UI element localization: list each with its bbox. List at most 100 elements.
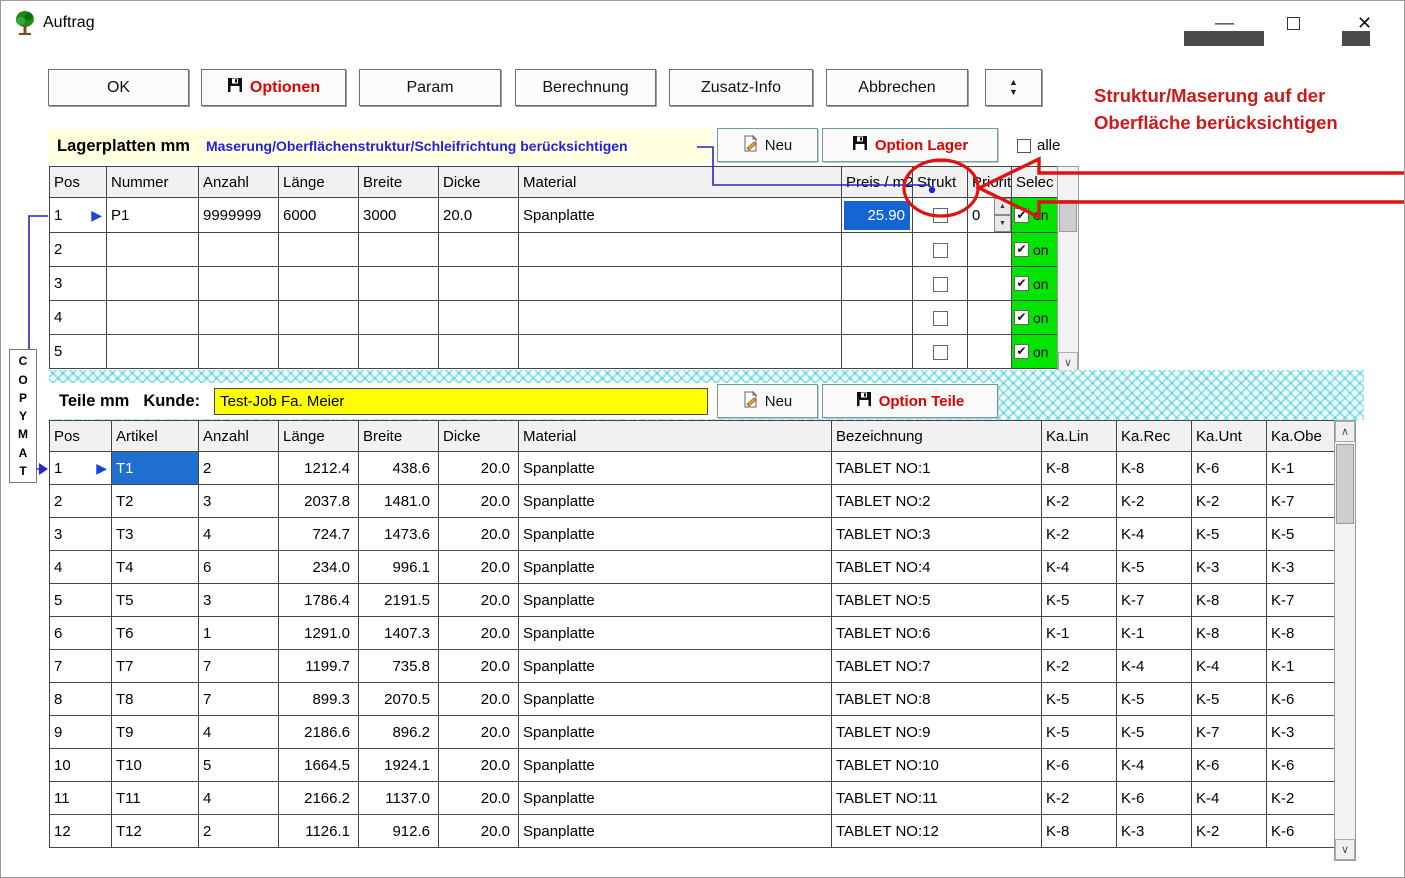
teile-scrollbar-thumb[interactable] [1336, 444, 1354, 524]
column-header-pos[interactable]: Pos [50, 167, 107, 198]
lager-scrollbar-thumb[interactable] [1059, 200, 1077, 232]
alle-checkbox-row[interactable]: alle [1017, 137, 1060, 154]
param-button[interactable]: Param [359, 69, 501, 106]
column-header-material[interactable]: Material [519, 167, 842, 198]
lager-cell-strukt[interactable] [913, 301, 968, 335]
teile-row[interactable]: 4T46234.0996.120.0SpanplatteTABLET NO:4K… [50, 551, 1335, 584]
teile-cell-artikel[interactable]: T12 [112, 815, 199, 848]
strukt-checkbox[interactable] [933, 208, 948, 223]
column-header-breite[interactable]: Breite [359, 421, 439, 452]
teile-cell-artikel[interactable]: T11 [112, 782, 199, 815]
teile-row[interactable]: 2T232037.81481.020.0SpanplatteTABLET NO:… [50, 485, 1335, 518]
teile-row[interactable]: 10T1051664.51924.120.0SpanplatteTABLET N… [50, 749, 1335, 782]
teile-neu-button[interactable]: Neu [717, 384, 818, 418]
lager-cell-selec[interactable]: ✔on [1012, 301, 1058, 335]
teile-scroll-down-button[interactable]: ∨ [1335, 839, 1355, 860]
strukt-checkbox[interactable] [933, 243, 948, 258]
teile-cell-artikel[interactable]: T1 [112, 452, 199, 485]
lager-cell-selec[interactable]: ✔on [1012, 233, 1058, 267]
lager-cell-priorit[interactable] [968, 233, 1012, 267]
teile-cell-artikel[interactable]: T8 [112, 683, 199, 716]
selec-checkbox[interactable]: ✔ [1014, 242, 1029, 257]
teile-row[interactable]: 6T611291.01407.320.0SpanplatteTABLET NO:… [50, 617, 1335, 650]
lager-cell-selec[interactable]: ✔on [1012, 267, 1058, 301]
column-header-dicke[interactable]: Dicke [439, 167, 519, 198]
teile-scroll-up-button[interactable]: ∧ [1335, 421, 1355, 442]
teile-row[interactable]: 11T1142166.21137.020.0SpanplatteTABLET N… [50, 782, 1335, 815]
lager-cell-preis[interactable] [842, 267, 913, 301]
teile-cell-artikel[interactable]: T9 [112, 716, 199, 749]
lager-cell-strukt[interactable] [913, 335, 968, 369]
lager-row[interactable]: 4✔on [50, 301, 1058, 335]
teile-cell-artikel[interactable]: T10 [112, 749, 199, 782]
selec-checkbox[interactable]: ✔ [1014, 208, 1029, 223]
selec-checkbox[interactable]: ✔ [1014, 310, 1029, 325]
order-spinner-button[interactable]: ▲ ▼ [985, 69, 1042, 106]
teile-cell-artikel[interactable]: T2 [112, 485, 199, 518]
lager-cell-priorit[interactable] [968, 267, 1012, 301]
spin-up-icon[interactable]: ▲ [994, 198, 1011, 215]
column-header-preis-m2[interactable]: Preis / m2 [842, 167, 913, 198]
column-header-ka-lin[interactable]: Ka.Lin [1042, 421, 1117, 452]
column-header-pos[interactable]: Pos [50, 421, 112, 452]
lager-row[interactable]: 2✔on [50, 233, 1058, 267]
teile-cell-artikel[interactable]: T4 [112, 551, 199, 584]
lager-row[interactable]: 3✔on [50, 267, 1058, 301]
lager-cell-preis[interactable] [842, 233, 913, 267]
lager-cell-priorit[interactable] [968, 301, 1012, 335]
alle-checkbox[interactable] [1017, 139, 1031, 153]
lager-cell-preis[interactable] [842, 335, 913, 369]
column-header-dicke[interactable]: Dicke [439, 421, 519, 452]
column-header-artikel[interactable]: Artikel [112, 421, 199, 452]
berechnung-button[interactable]: Berechnung [515, 69, 656, 106]
teile-cell-artikel[interactable]: T5 [112, 584, 199, 617]
teile-row[interactable]: 9T942186.6896.220.0SpanplatteTABLET NO:9… [50, 716, 1335, 749]
priorit-spinner[interactable]: ▲▼ [994, 198, 1011, 232]
lager-cell-strukt[interactable] [913, 233, 968, 267]
lager-scrollbar[interactable]: ∨ [1057, 166, 1079, 374]
spin-down-icon[interactable]: ▼ [994, 215, 1011, 232]
strukt-checkbox[interactable] [933, 345, 948, 360]
column-header-selec[interactable]: Selec [1012, 167, 1058, 198]
lager-cell-priorit[interactable] [968, 335, 1012, 369]
strukt-checkbox[interactable] [933, 311, 948, 326]
lager-cell-priorit[interactable]: 0▲▼ [968, 198, 1012, 233]
lager-cell-selec[interactable]: ✔on [1012, 335, 1058, 369]
column-header-material[interactable]: Material [519, 421, 832, 452]
maximize-button[interactable] [1270, 1, 1317, 46]
kunde-input[interactable]: Test-Job Fa. Meier [214, 388, 708, 415]
abbrechen-button[interactable]: Abbrechen [826, 69, 968, 106]
column-header-breite[interactable]: Breite [359, 167, 439, 198]
column-header-anzahl[interactable]: Anzahl [199, 167, 279, 198]
column-header-strukt[interactable]: Strukt [913, 167, 968, 198]
selec-checkbox[interactable]: ✔ [1014, 344, 1029, 359]
column-header-länge[interactable]: Länge [279, 421, 359, 452]
column-header-priorit[interactable]: Priorit [968, 167, 1012, 198]
zusatz-info-button[interactable]: Zusatz-Info [669, 69, 813, 106]
teile-row[interactable]: 1▶T121212.4438.620.0SpanplatteTABLET NO:… [50, 452, 1335, 485]
option-lager-button[interactable]: Option Lager [822, 128, 998, 162]
column-header-ka-obe[interactable]: Ka.Obe [1267, 421, 1335, 452]
column-header-länge[interactable]: Länge [279, 167, 359, 198]
lager-cell-strukt[interactable] [913, 198, 968, 233]
optionen-button[interactable]: Optionen [201, 69, 346, 106]
selec-checkbox[interactable]: ✔ [1014, 276, 1029, 291]
lager-cell-preis[interactable]: 25.90 [842, 198, 913, 233]
lager-cell-selec[interactable]: ✔on [1012, 198, 1058, 233]
column-header-anzahl[interactable]: Anzahl [199, 421, 279, 452]
teile-row[interactable]: 5T531786.42191.520.0SpanplatteTABLET NO:… [50, 584, 1335, 617]
teile-row[interactable]: 12T1221126.1912.620.0SpanplatteTABLET NO… [50, 815, 1335, 848]
option-teile-button[interactable]: Option Teile [822, 384, 998, 418]
column-header-bezeichnung[interactable]: Bezeichnung [832, 421, 1042, 452]
preis-edit-field[interactable]: 25.90 [844, 201, 910, 230]
lager-cell-strukt[interactable] [913, 267, 968, 301]
strukt-checkbox[interactable] [933, 277, 948, 292]
column-header-ka-unt[interactable]: Ka.Unt [1192, 421, 1267, 452]
teile-cell-artikel[interactable]: T6 [112, 617, 199, 650]
teile-scrollbar[interactable]: ∧ ∨ [1334, 420, 1356, 861]
teile-row[interactable]: 8T87899.32070.520.0SpanplatteTABLET NO:8… [50, 683, 1335, 716]
lager-cell-preis[interactable] [842, 301, 913, 335]
lager-neu-button[interactable]: Neu [717, 128, 818, 162]
teile-cell-artikel[interactable]: T3 [112, 518, 199, 551]
lager-row[interactable]: 1▶P199999996000300020.0Spanplatte25.900▲… [50, 198, 1058, 233]
